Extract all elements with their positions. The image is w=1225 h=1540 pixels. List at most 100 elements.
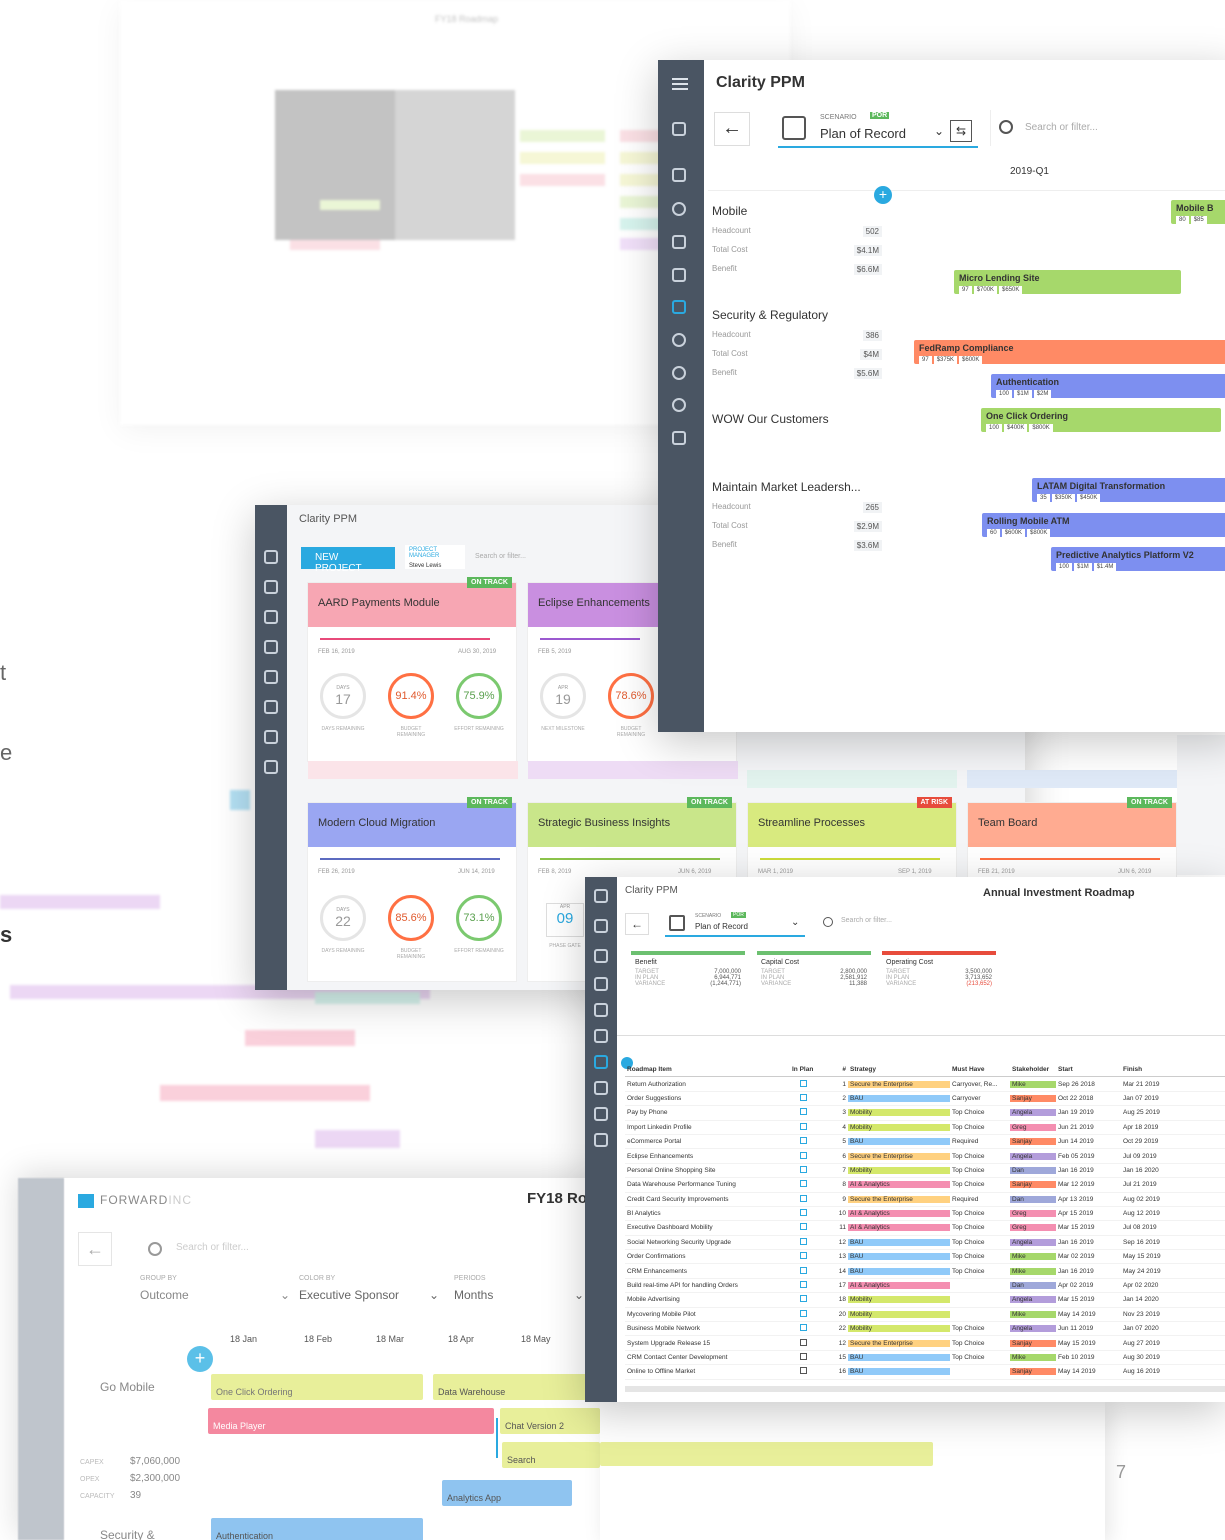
roadmap-bar[interactable]: Mobile B 80 $85 <box>1171 200 1225 224</box>
scenario-selector[interactable]: SCENARIO POR Plan of Record ⌄ <box>778 110 978 148</box>
in-plan-checkbox[interactable] <box>790 1367 820 1376</box>
column-header[interactable]: Must Have <box>950 1066 1010 1073</box>
pm-filter[interactable]: PROJECT MANAGER Steve Lewis <box>405 545 465 569</box>
colorby-select[interactable]: Executive Sponsor ⌄ <box>299 1288 439 1302</box>
roadmap-bar[interactable]: Search <box>502 1442 600 1468</box>
periods-select[interactable]: Months ⌄ <box>454 1288 584 1302</box>
back-button[interactable]: ← <box>714 112 750 146</box>
column-header[interactable]: Strategy <box>848 1066 950 1073</box>
roadmap-bar[interactable]: Media Player <box>208 1408 494 1434</box>
checkbox-icon[interactable] <box>800 1338 807 1346</box>
table-row[interactable]: Social Networking Security Upgrade 12 BAU T… <box>625 1236 1225 1251</box>
groupby-select[interactable]: Outcome ⌄ <box>140 1288 290 1302</box>
report-icon[interactable] <box>672 235 686 249</box>
checkbox-icon[interactable] <box>800 1353 807 1360</box>
in-plan-checkbox[interactable] <box>790 1209 820 1218</box>
roadmap-bar[interactable]: Rolling Mobile ATM 60 $600K $800K <box>982 513 1225 537</box>
roadmap-bar[interactable]: One Click Ordering 100 $400K $800K <box>981 408 1221 432</box>
checkbox-icon[interactable] <box>800 1324 807 1332</box>
table-scrollbar[interactable] <box>625 1386 1225 1392</box>
checkbox-icon[interactable] <box>800 1165 807 1173</box>
in-plan-checkbox[interactable] <box>790 1295 820 1304</box>
checkbox-icon[interactable] <box>800 1237 807 1245</box>
table-row[interactable]: BI Analytics 10 AI & Analytics Top Choice Gr… <box>625 1207 1225 1222</box>
table-row[interactable]: Credit Card Security Improvements 9 Secure… <box>625 1193 1225 1207</box>
table-row[interactable]: Business Mobile Network 22 Mobility Top Cho… <box>625 1322 1225 1337</box>
in-plan-checkbox[interactable] <box>790 1338 820 1348</box>
cards-search-input[interactable]: Search or filter... <box>475 553 526 560</box>
in-plan-checkbox[interactable] <box>790 1151 820 1161</box>
home-icon[interactable] <box>672 122 686 136</box>
swap-icon[interactable]: ⇆ <box>950 120 972 142</box>
checkbox-icon[interactable] <box>800 1180 807 1188</box>
front-add-button[interactable]: + <box>187 1346 213 1372</box>
globe-icon[interactable] <box>672 398 686 412</box>
roadmap-bar[interactable]: Data Warehouse <box>433 1374 600 1400</box>
checkbox-icon[interactable] <box>800 1093 807 1101</box>
table-row[interactable]: Mobile Advertising 18 Mobility Angela Mar 15… <box>625 1293 1225 1308</box>
table-row[interactable]: CRM Enhancements 14 BAU Top Choice Mike Jan 1… <box>625 1264 1225 1279</box>
table-row[interactable]: Data Warehouse Performance Tuning 8 AI & A… <box>625 1178 1225 1193</box>
in-plan-checkbox[interactable] <box>790 1180 820 1189</box>
table-row[interactable]: Build real-time API for handling Orders 1… <box>625 1279 1225 1294</box>
table-row[interactable]: Online to Offline Market 16 BAU Sanjay May 1… <box>625 1365 1225 1380</box>
checkbox-icon[interactable] <box>800 1367 807 1375</box>
people-icon[interactable] <box>672 333 686 347</box>
table-row[interactable]: Mycovering Mobile Pilot 20 Mobility Mike May… <box>625 1308 1225 1323</box>
roadmap-bar[interactable]: FedRamp Compliance 97 $375K $600K <box>914 340 1225 364</box>
roadmap-icon[interactable] <box>672 300 686 314</box>
in-plan-checkbox[interactable] <box>790 1194 820 1204</box>
column-header[interactable]: Stakeholder <box>1010 1066 1056 1073</box>
checkbox-icon[interactable] <box>800 1223 807 1231</box>
new-project-button[interactable]: NEW PROJECT <box>301 547 395 574</box>
in-plan-checkbox[interactable] <box>790 1108 820 1117</box>
table-row[interactable]: eCommerce Portal 5 BAU Required Sanjay Jun 14… <box>625 1135 1225 1150</box>
roadmap-bar[interactable]: Micro Lending Site 97 $700K $650K <box>954 270 1181 294</box>
roadmap-bar[interactable]: Analytics App <box>442 1480 572 1506</box>
search-input[interactable]: Search or filter... <box>1025 122 1098 133</box>
checkbox-icon[interactable] <box>800 1209 807 1217</box>
in-plan-checkbox[interactable] <box>790 1324 820 1333</box>
table-row[interactable]: Personal Online Shopping Site 7 Mobility To… <box>625 1164 1225 1179</box>
menu-icon[interactable] <box>672 78 688 90</box>
chart-icon[interactable] <box>672 168 686 182</box>
in-plan-checkbox[interactable] <box>790 1237 820 1247</box>
clock-icon[interactable] <box>672 366 686 380</box>
column-header[interactable]: Roadmap Item <box>625 1066 790 1073</box>
roadmap-bar[interactable]: One Click Ordering <box>211 1374 423 1400</box>
in-plan-checkbox[interactable] <box>790 1223 820 1232</box>
checkbox-icon[interactable] <box>800 1266 807 1274</box>
in-plan-checkbox[interactable] <box>790 1122 820 1132</box>
checkbox-icon[interactable] <box>800 1194 807 1202</box>
table-row[interactable]: Pay by Phone 3 Mobility Top Choice Angela Jan… <box>625 1106 1225 1121</box>
checkbox-icon[interactable] <box>800 1151 807 1159</box>
column-header[interactable]: # <box>820 1066 848 1073</box>
in-plan-checkbox[interactable] <box>790 1079 820 1089</box>
main-search[interactable]: Search or filter... <box>990 110 1225 146</box>
export-icon[interactable] <box>672 431 686 445</box>
roadmap-bar[interactable]: Authentication 100 $1M $2M <box>991 374 1225 398</box>
checkbox-icon[interactable] <box>800 1108 807 1116</box>
table-row[interactable]: Executive Dashboard Mobility 11 AI & Analy… <box>625 1221 1225 1236</box>
checkbox-icon[interactable] <box>800 1295 807 1303</box>
roadmap-bar[interactable]: Predictive Analytics Platform V2 100 $1M $1… <box>1051 547 1225 571</box>
project-card[interactable]: Modern Cloud Migration ON TRACK FEB 26, … <box>307 797 517 982</box>
lightbulb-icon[interactable] <box>672 202 686 216</box>
project-card[interactable]: AARD Payments Module ON TRACK FEB 16, 20… <box>307 577 518 779</box>
in-plan-checkbox[interactable] <box>790 1093 820 1103</box>
in-plan-checkbox[interactable] <box>790 1252 820 1261</box>
table-row[interactable]: CRM Contact Center Development 15 BAU Top C… <box>625 1351 1225 1366</box>
roadmap-bar[interactable]: LATAM Digital Transformation 35 $350K $450K <box>1032 478 1225 502</box>
column-header[interactable]: In Plan <box>790 1066 820 1073</box>
front-back-button[interactable]: ← <box>78 1232 112 1266</box>
in-plan-checkbox[interactable] <box>790 1309 820 1319</box>
in-plan-checkbox[interactable] <box>790 1266 820 1276</box>
in-plan-checkbox[interactable] <box>790 1165 820 1175</box>
column-header[interactable]: Start <box>1056 1066 1121 1073</box>
table-row[interactable]: Order Suggestions 2 BAU Carryover Sanjay Oct … <box>625 1092 1225 1107</box>
table-row[interactable]: Eclipse Enhancements 6 Secure the Enterpri… <box>625 1149 1225 1164</box>
table-search-input[interactable]: Search or filter... <box>841 917 892 924</box>
in-plan-checkbox[interactable] <box>790 1353 820 1362</box>
add-item-button[interactable]: + <box>874 186 892 204</box>
column-header[interactable]: Finish <box>1121 1066 1166 1073</box>
